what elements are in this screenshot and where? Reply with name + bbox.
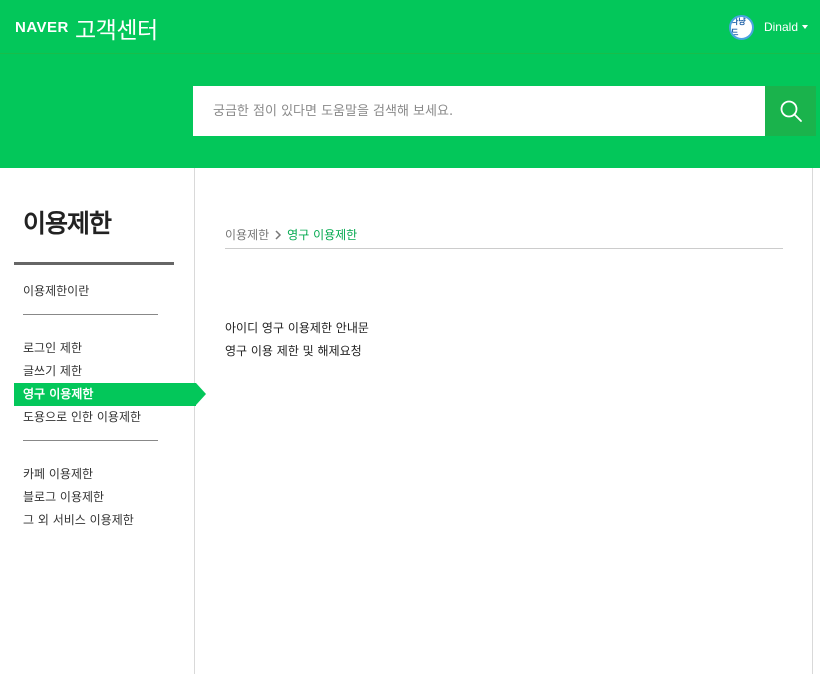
top-bar: NAVER 고객센터 다냥드 Dinald: [0, 0, 820, 54]
naver-logo: NAVER: [15, 18, 69, 36]
sidebar-menu: 이용제한이란 로그인 제한 글쓰기 제한 영구 이용제한 도용으로 인한 이용제…: [0, 280, 210, 532]
service-title[interactable]: 고객센터: [75, 11, 158, 45]
sidebar-separator: [0, 440, 210, 463]
sidebar-item-restriction-intro[interactable]: 이용제한이란: [0, 280, 210, 303]
sidebar-divider: [14, 262, 174, 265]
document-list: 아이디 영구 이용제한 안내문 영구 이용 제한 및 해제요청: [225, 317, 369, 363]
search-box: [193, 86, 765, 136]
sidebar-item-login-restriction[interactable]: 로그인 제한: [0, 337, 210, 360]
content-divider: [225, 248, 783, 249]
search-band: [0, 54, 820, 168]
sidebar-item-permanent-restriction[interactable]: 영구 이용제한: [14, 383, 206, 406]
avatar-text: 다냥드: [730, 17, 746, 37]
search-button[interactable]: [765, 86, 816, 136]
user-menu[interactable]: 다냥드 Dinald: [728, 14, 808, 40]
chevron-right-icon: [273, 229, 283, 240]
user-name: Dinald: [763, 20, 798, 34]
doc-link-permanent-notice[interactable]: 아이디 영구 이용제한 안내문: [225, 317, 369, 340]
breadcrumb-current: 영구 이용제한: [287, 228, 358, 242]
content-right-border: [812, 168, 813, 674]
breadcrumb: 이용제한 영구 이용제한: [225, 226, 357, 243]
naver-logo-link[interactable]: NAVER: [15, 17, 69, 37]
sidebar: 이용제한 이용제한이란 로그인 제한 글쓰기 제한 영구 이용제한 도용으로 인…: [0, 168, 206, 674]
breadcrumb-root[interactable]: 이용제한: [225, 226, 269, 243]
sidebar-item-blog-restriction[interactable]: 블로그 이용제한: [0, 486, 210, 509]
sidebar-item-cafe-restriction[interactable]: 카페 이용제한: [0, 463, 210, 486]
main-content: 이용제한 영구 이용제한 아이디 영구 이용제한 안내문 영구 이용 제한 및 …: [195, 168, 812, 674]
search-input[interactable]: [193, 86, 765, 136]
search-icon: [780, 100, 802, 122]
caret-down-icon: [802, 25, 808, 29]
doc-link-release-request[interactable]: 영구 이용 제한 및 해제요청: [225, 340, 369, 363]
sidebar-item-other-restriction[interactable]: 그 외 서비스 이용제한: [0, 509, 210, 532]
sidebar-title: 이용제한: [23, 209, 112, 238]
sidebar-item-theft-restriction[interactable]: 도용으로 인한 이용제한: [0, 406, 210, 429]
sidebar-separator: [0, 314, 210, 337]
sidebar-item-writing-restriction[interactable]: 글쓰기 제한: [0, 360, 210, 383]
avatar: 다냥드: [728, 14, 754, 40]
